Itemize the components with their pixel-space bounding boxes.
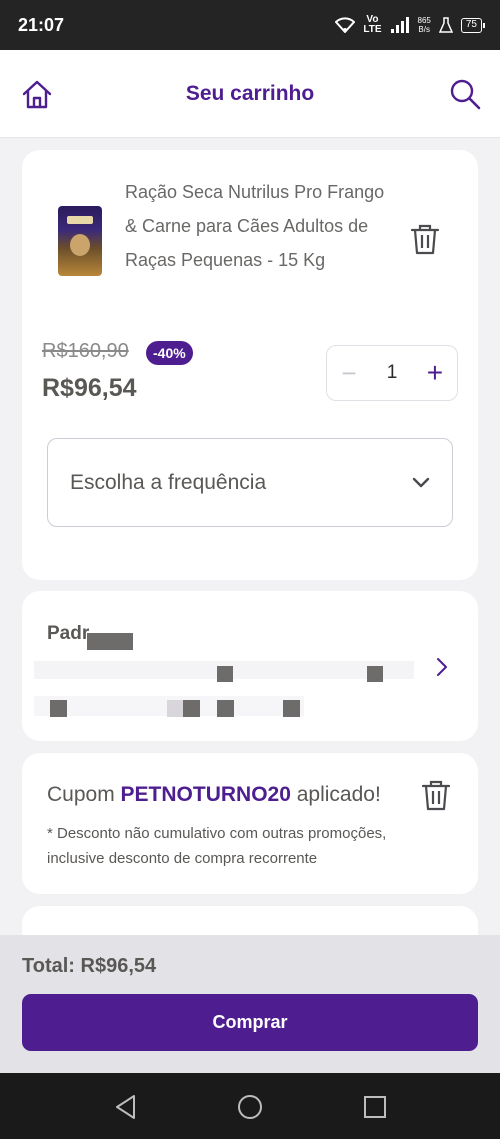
redacted-block	[167, 700, 183, 717]
cart-item-card: Ração Seca Nutrilus Pro Frango & Carne p…	[22, 150, 478, 580]
redacted-block	[217, 700, 234, 717]
battery-indicator: 75	[460, 17, 486, 33]
header-bar: Seu carrinho	[0, 50, 500, 138]
old-price: R$160,90	[42, 340, 129, 362]
redacted-block	[283, 700, 300, 717]
flask-icon	[438, 17, 453, 33]
network-speed: 865 B/s	[418, 16, 431, 34]
coupon-message: Cupom PETNOTURNO20 aplicado!	[47, 783, 381, 807]
redacted-block	[50, 700, 67, 717]
status-icons: Vo LTE 865 B/s 75	[335, 14, 486, 35]
wifi-icon	[335, 17, 356, 33]
speed-value: 865	[417, 16, 431, 25]
page-title: Seu carrinho	[185, 81, 315, 105]
chevron-down-icon	[412, 477, 430, 487]
recents-icon[interactable]	[361, 1093, 389, 1121]
chevron-right-icon	[437, 658, 447, 676]
quantity-stepper: − 1 +	[326, 345, 458, 401]
trash-icon[interactable]	[409, 222, 441, 256]
home-nav-icon[interactable]	[236, 1093, 264, 1121]
decrease-quantity-button[interactable]: −	[337, 358, 361, 389]
coupon-note: * Desconto não cumulativo com outras pro…	[47, 825, 387, 867]
current-price: R$96,54	[42, 374, 137, 402]
redacted-block	[217, 666, 233, 682]
frequency-select[interactable]: Escolha a frequência	[47, 438, 453, 527]
speed-unit: B/s	[418, 25, 430, 34]
remove-coupon-icon[interactable]	[420, 778, 452, 812]
signal-icon	[390, 17, 409, 33]
discount-badge: -40%	[146, 341, 193, 365]
total-price: Total: R$96,54	[22, 955, 157, 977]
redacted-block	[367, 666, 383, 682]
status-time: 21:07	[18, 14, 65, 35]
delivery-title: Padr	[47, 623, 90, 644]
coupon-suffix: aplicado!	[290, 783, 381, 806]
home-icon[interactable]	[20, 78, 54, 112]
redacted-block	[183, 700, 200, 717]
system-nav-bar	[0, 1073, 500, 1139]
quantity-value: 1	[386, 362, 398, 383]
coupon-code: PETNOTURNO20	[120, 783, 291, 806]
status-bar: 21:07 Vo LTE 865 B/s 75	[0, 0, 500, 50]
buy-button[interactable]: Comprar	[22, 994, 478, 1051]
delivery-option-card[interactable]: Padr	[22, 591, 478, 741]
increase-quantity-button[interactable]: +	[423, 357, 447, 389]
checkout-panel: Total: R$96,54 Comprar	[0, 935, 500, 1073]
coupon-prefix: Cupom	[47, 783, 121, 806]
frequency-select-label: Escolha a frequência	[70, 470, 267, 494]
product-image[interactable]	[58, 206, 102, 276]
back-icon[interactable]	[112, 1093, 140, 1121]
coupon-card: Cupom PETNOTURNO20 aplicado! * Desconto …	[22, 753, 478, 894]
product-name[interactable]: Ração Seca Nutrilus Pro Frango & Carne p…	[125, 175, 395, 277]
redacted-block	[87, 633, 133, 650]
search-icon[interactable]	[448, 77, 482, 111]
volte-label: Vo LTE	[363, 14, 382, 35]
